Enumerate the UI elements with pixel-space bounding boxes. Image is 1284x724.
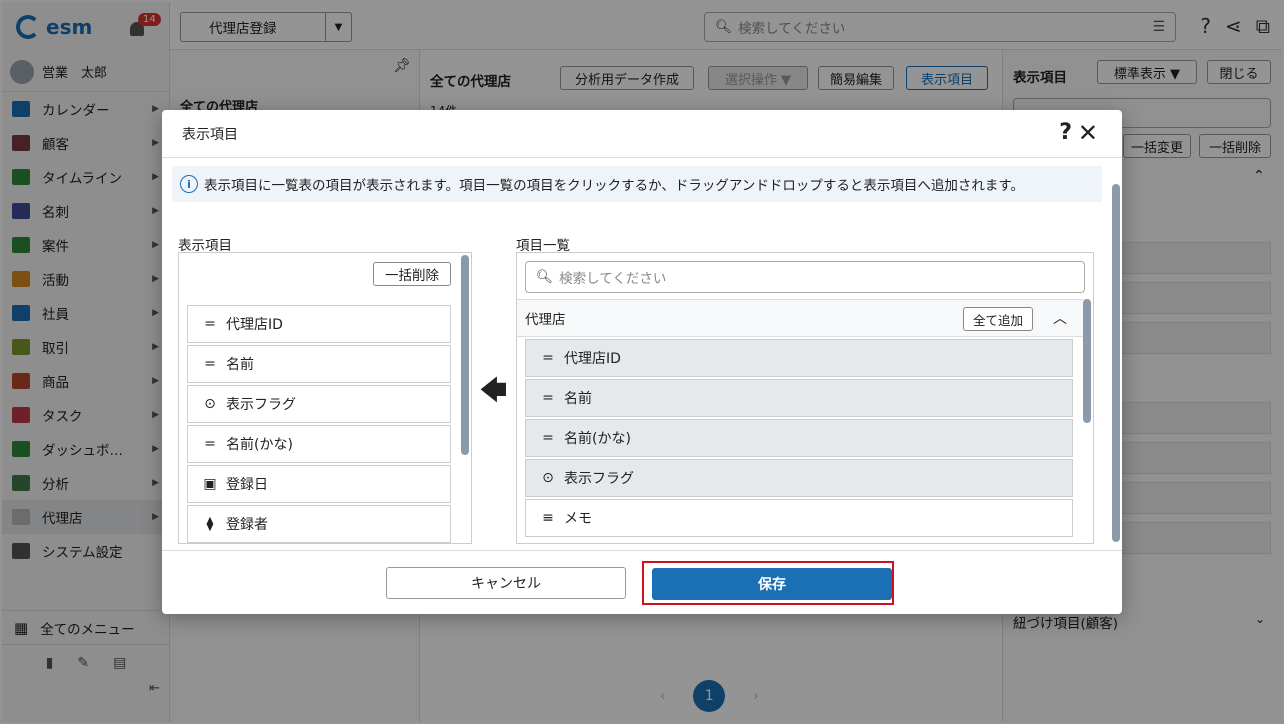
field-item[interactable]: ⧫ 登録者 xyxy=(187,505,451,543)
text-field-icon: = xyxy=(542,390,554,406)
field-item-label: 代理店ID xyxy=(226,317,283,333)
field-item-label: 名前(かな) xyxy=(226,437,293,453)
modal-title: 表示項目 xyxy=(182,126,238,143)
field-item-label: メモ xyxy=(564,511,592,527)
field-list-label: 項目一覧 xyxy=(516,238,570,254)
info-banner: i 表示項目に一覧表の項目が表示されます。項目一覧の項目をクリックするか、ドラッ… xyxy=(172,166,1102,202)
scrollbar[interactable] xyxy=(461,255,469,455)
field-item-label: 名前 xyxy=(564,391,592,407)
field-item[interactable]: ⊙ 表示フラグ xyxy=(525,459,1073,497)
text-field-icon: = xyxy=(542,350,554,366)
multiline-text-icon: ≡ xyxy=(542,510,554,526)
field-item[interactable]: ▣ 登録日 xyxy=(187,465,451,503)
save-button[interactable]: 保存 xyxy=(652,568,892,600)
field-item-label: 表示フラグ xyxy=(564,471,634,487)
chevron-up-icon[interactable]: ︿ xyxy=(1053,308,1067,328)
field-group-header[interactable]: 代理店 全て追加 ︿ xyxy=(517,299,1083,337)
field-list-panel: 🔍︎ 検索してください 代理店 全て追加 ︿ = 代理店ID = 名前 = 名前(かな) ⊙… xyxy=(516,252,1094,544)
field-item[interactable]: = 名前 xyxy=(187,345,451,383)
selected-fields-list: = 代理店ID = 名前 ⊙ 表示フラグ = 名前(かな) ▣ 登録日 ⧫ 登録者 xyxy=(187,305,451,545)
field-item-label: 代理店ID xyxy=(564,351,621,367)
help-icon[interactable]: ? xyxy=(1059,120,1072,145)
text-field-icon: = xyxy=(542,430,554,446)
info-icon: i xyxy=(180,175,198,193)
cancel-button[interactable]: キャンセル xyxy=(386,567,626,599)
display-items-label: 表示項目 xyxy=(178,238,232,254)
add-all-button[interactable]: 全て追加 xyxy=(963,307,1033,331)
field-item-label: 登録者 xyxy=(226,517,268,533)
save-highlight-frame: 保存 xyxy=(642,561,894,605)
available-fields-list: = 代理店ID = 名前 = 名前(かな) ⊙ 表示フラグ ≡ メモ xyxy=(525,339,1073,539)
field-item-label: 表示フラグ xyxy=(226,397,296,413)
field-item[interactable]: ⊙ 表示フラグ xyxy=(187,385,451,423)
info-text: 表示項目に一覧表の項目が表示されます。項目一覧の項目をクリックするか、ドラッグア… xyxy=(204,178,1024,194)
field-item[interactable]: ≡ メモ xyxy=(525,499,1073,537)
arrow-left-icon: 🡄 xyxy=(480,376,507,406)
display-items-list: 一括削除 = 代理店ID = 名前 ⊙ 表示フラグ = 名前(かな) ▣ 登録日 ⧫ 登録者 xyxy=(178,252,472,544)
display-items-modal: 表示項目 ? ✕ i 表示項目に一覧表の項目が表示されます。項目一覧の項目をクリ… xyxy=(162,110,1122,614)
field-item-label: 名前 xyxy=(226,357,254,373)
search-icon: 🔍︎ xyxy=(536,269,554,285)
bulk-delete-button[interactable]: 一括削除 xyxy=(373,262,451,286)
modal-scrollbar[interactable] xyxy=(1112,184,1120,542)
tag-icon: ⧫ xyxy=(206,516,214,532)
field-item[interactable]: = 代理店ID xyxy=(525,339,1073,377)
field-group-name: 代理店 xyxy=(525,312,566,328)
field-search-input[interactable]: 🔍︎ 検索してください xyxy=(525,261,1085,293)
close-icon[interactable]: ✕ xyxy=(1078,119,1098,147)
field-item-label: 名前(かな) xyxy=(564,431,631,447)
dropdown-circle-icon: ⊙ xyxy=(542,470,554,486)
text-field-icon: = xyxy=(204,436,216,452)
text-field-icon: = xyxy=(204,356,216,372)
modal-header: 表示項目 ? ✕ xyxy=(162,110,1122,158)
modal-footer: キャンセル 保存 xyxy=(162,550,1122,614)
dropdown-circle-icon: ⊙ xyxy=(204,396,216,412)
field-item-label: 登録日 xyxy=(226,477,268,493)
field-item[interactable]: = 名前(かな) xyxy=(187,425,451,463)
field-item[interactable]: = 名前 xyxy=(525,379,1073,417)
text-field-icon: = xyxy=(204,316,216,332)
field-item[interactable]: = 代理店ID xyxy=(187,305,451,343)
scrollbar[interactable] xyxy=(1083,299,1091,423)
field-search-placeholder: 検索してください xyxy=(559,271,667,287)
field-item[interactable]: = 名前(かな) xyxy=(525,419,1073,457)
calendar-icon: ▣ xyxy=(203,476,217,492)
